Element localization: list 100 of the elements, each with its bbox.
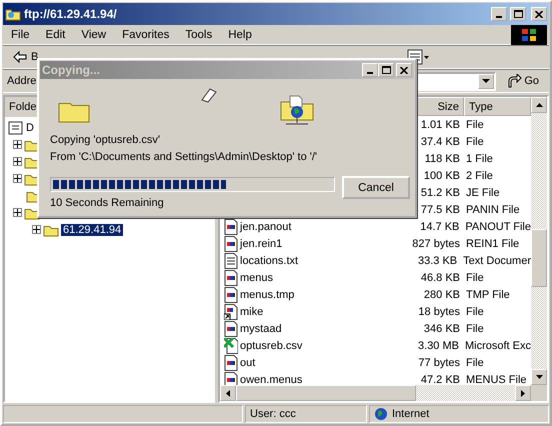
file-type: File	[465, 136, 484, 148]
minimize-button[interactable]	[362, 63, 378, 77]
scroll-thumb[interactable]	[236, 385, 416, 401]
column-header[interactable]: Type	[464, 97, 531, 116]
file-size: 37.4 KB	[420, 136, 460, 148]
expand-button[interactable]	[32, 225, 41, 234]
file-size: 100 KB	[422, 170, 460, 182]
file-type: File	[465, 118, 484, 130]
file-size: 14.7 KB	[419, 220, 460, 232]
tree-item[interactable]: D	[26, 122, 34, 134]
scroll-thumb[interactable]	[531, 229, 547, 287]
file-type: REIN1 File	[465, 238, 520, 250]
file-size: 346 KB	[422, 322, 460, 334]
copy-message: Copying 'optusreb.csv'	[50, 134, 160, 146]
file-size: 77.5 KB	[420, 204, 460, 216]
file-size: 280 KB	[422, 288, 460, 300]
file-icon	[224, 236, 238, 252]
expand-button[interactable]	[13, 140, 22, 149]
maximize-button[interactable]	[378, 63, 394, 77]
file-type: 2 File	[465, 170, 493, 182]
file-size: 1.01 KB	[420, 118, 460, 130]
expand-button[interactable]	[13, 157, 22, 166]
shortcut-file-icon	[224, 304, 238, 320]
close-button[interactable]	[531, 7, 547, 21]
window-title: ftp://61.29.41.94/	[24, 7, 117, 21]
maximize-button[interactable]	[510, 7, 526, 21]
tree-item[interactable]: 61.29.41.94	[61, 224, 124, 236]
desktop-icon	[8, 120, 24, 136]
menu-item[interactable]: Tools	[177, 28, 220, 40]
cancel-button[interactable]: Cancel	[342, 176, 410, 199]
plus-icon	[14, 141, 21, 148]
expand-button[interactable]	[13, 174, 22, 183]
file-name[interactable]: optusreb.csv	[240, 340, 302, 352]
menu-item[interactable]: Favorites	[114, 28, 178, 40]
close-icon	[400, 66, 408, 74]
file-size: 118 KB	[424, 152, 460, 164]
close-icon	[535, 10, 543, 18]
right-arrow-icon	[521, 390, 525, 396]
network-folder-icon	[280, 93, 314, 127]
flag-icon	[520, 26, 538, 42]
file-size: 46.8 KB	[420, 272, 460, 284]
file-type: File	[465, 322, 484, 334]
file-type: TMP File	[465, 288, 510, 300]
back-button[interactable]: B	[13, 51, 38, 63]
file-type: File	[465, 306, 484, 318]
file-type: PANOUT File	[464, 220, 531, 232]
file-icon	[224, 286, 238, 302]
file-name[interactable]: owen.menus	[240, 374, 302, 385]
menu-item[interactable]: File	[3, 28, 38, 40]
spreadsheet-file-icon	[224, 338, 238, 354]
file-name[interactable]: menus.tmp	[240, 288, 294, 300]
file-type: 1 File	[465, 152, 493, 164]
minimize-icon	[367, 72, 373, 74]
file-type: PANIN File	[465, 204, 520, 216]
expand-button[interactable]	[13, 208, 22, 217]
plus-icon	[14, 158, 21, 165]
down-arrow-icon	[536, 375, 542, 379]
file-icon	[224, 372, 238, 385]
horizontal-scrollbar[interactable]	[220, 385, 547, 401]
file-name[interactable]: locations.txt	[240, 254, 298, 266]
file-size: 3.30 MB	[417, 340, 459, 352]
folder-icon	[5, 7, 21, 21]
dialog-title: Copying...	[42, 63, 100, 77]
file-name[interactable]: out	[240, 356, 256, 368]
file-size: 18 bytes	[417, 306, 460, 318]
file-name[interactable]: jen.rein1	[240, 238, 282, 250]
vertical-scrollbar[interactable]	[531, 97, 547, 385]
file-size: 33.3 KB	[417, 254, 458, 266]
plus-icon	[33, 226, 40, 233]
address-label: Addre	[7, 75, 36, 87]
flying-paper-icon	[200, 87, 218, 103]
file-type: MENUS File	[465, 374, 527, 385]
time-remaining: 10 Seconds Remaining	[50, 197, 164, 209]
copy-path-text: From 'C:\Documents and Settings\Admin\Desktop' to '/'	[50, 151, 318, 163]
file-size: 827 bytes	[411, 238, 460, 250]
file-type: File	[465, 272, 484, 284]
left-arrow-icon	[226, 390, 230, 396]
file-name[interactable]: mystaad	[240, 322, 282, 334]
globe-icon	[374, 407, 388, 421]
file-name[interactable]: mike	[240, 306, 264, 318]
dropdown-arrow-icon	[482, 78, 490, 84]
file-type: File	[465, 356, 484, 368]
file-type: JE File	[465, 186, 500, 198]
file-name[interactable]: menus	[240, 272, 274, 284]
menu-item[interactable]: View	[73, 28, 114, 40]
text-file-icon	[224, 252, 238, 268]
close-button[interactable]	[396, 63, 412, 77]
file-size: 51.2 KB	[420, 186, 460, 198]
plus-icon	[14, 209, 21, 216]
up-arrow-icon	[536, 103, 542, 107]
minimize-button[interactable]	[491, 7, 507, 21]
plus-icon	[14, 175, 21, 182]
menu-item[interactable]: Edit	[38, 28, 74, 40]
minimize-icon	[496, 16, 502, 18]
file-size: 77 bytes	[417, 356, 460, 368]
menu-item[interactable]: Help	[220, 28, 260, 40]
status-zone: Internet	[392, 408, 430, 420]
status-text: User: ccc	[250, 408, 296, 420]
file-icon	[224, 354, 238, 370]
file-name[interactable]: jen.panout	[240, 220, 292, 232]
